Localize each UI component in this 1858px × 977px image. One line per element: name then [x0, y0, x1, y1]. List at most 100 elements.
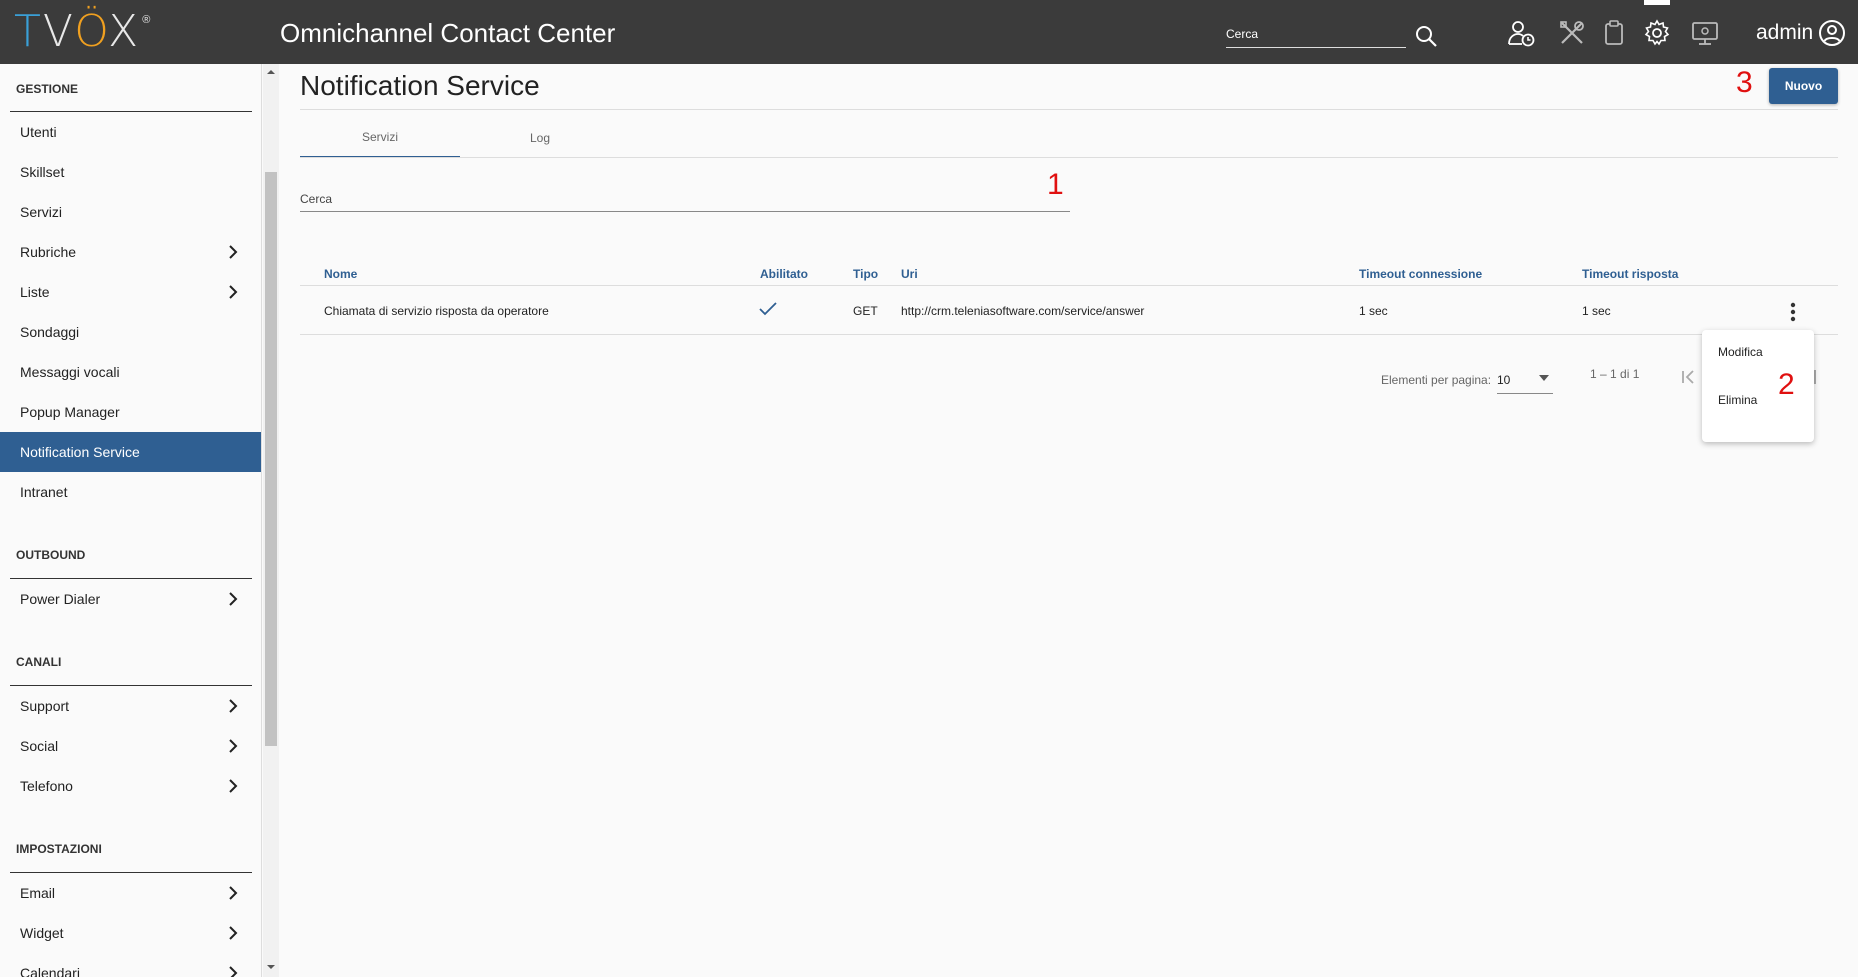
sidebar-item-widget[interactable]: Widget [0, 913, 261, 953]
logo-registered-mark: ® [142, 14, 151, 26]
sidebar-item-power-dialer[interactable]: Power Dialer [0, 579, 261, 619]
sidebar-item-intranet[interactable]: Intranet [0, 472, 261, 512]
sidebar-item-rubriche[interactable]: Rubriche [0, 232, 261, 272]
search-field[interactable] [300, 186, 1070, 212]
section-title-gestione: GESTIONE [16, 82, 79, 96]
sidebar-item-label: Rubriche [20, 244, 77, 260]
caret-down-icon[interactable] [1538, 374, 1550, 382]
page-title: Notification Service [300, 70, 540, 101]
active-tab-indicator [1644, 0, 1670, 5]
sidebar-item-label: Servizi [20, 204, 63, 220]
chevron-right-icon [229, 245, 238, 259]
sidebar-item-label: Social [20, 738, 59, 754]
sidebar-item-label: Skillset [20, 164, 65, 180]
sidebar-item-label: Popup Manager [20, 404, 120, 420]
column-header-abilitato[interactable]: Abilitato [760, 267, 808, 281]
sidebar-item-label: Liste [20, 284, 50, 300]
section-title-outbound: OUTBOUND [16, 548, 86, 562]
page-size-value: 10 [1497, 373, 1511, 387]
sidebar: GESTIONE Utenti Skillset Servizi Rubrich… [0, 64, 262, 977]
sidebar-item-servizi[interactable]: Servizi [0, 192, 261, 232]
cell-timeout-connessione: 1 sec [1359, 304, 1388, 318]
monitor-icon[interactable] [1690, 18, 1720, 48]
tvox-logo[interactable]: TVÖX ® [14, 8, 150, 56]
first-page-icon[interactable] [1680, 368, 1698, 386]
search-input[interactable] [300, 186, 1070, 211]
account-circle-icon[interactable] [1818, 19, 1846, 47]
section-title-impostazioni: IMPOSTAZIONI [16, 842, 102, 856]
annotation-1: 1 [1047, 168, 1064, 201]
title-divider [300, 109, 1838, 110]
sidebar-item-label: Email [20, 885, 56, 901]
chevron-right-icon [229, 926, 238, 940]
annotation-3: 3 [1736, 66, 1753, 99]
sidebar-item-messaggi-vocali[interactable]: Messaggi vocali [0, 352, 261, 392]
chevron-right-icon [229, 739, 238, 753]
gear-icon[interactable] [1642, 18, 1672, 48]
menu-item-elimina[interactable]: Elimina [1702, 380, 1814, 420]
app-title: Omnichannel Contact Center [280, 18, 616, 48]
chevron-right-icon [229, 886, 238, 900]
top-search-input[interactable] [1226, 20, 1406, 47]
tab-log[interactable]: Log [460, 118, 620, 158]
sidebar-item-sondaggi[interactable]: Sondaggi [0, 312, 261, 352]
chevron-right-icon [229, 966, 238, 977]
sidebar-item-telefono[interactable]: Telefono [0, 766, 261, 806]
sidebar-item-social[interactable]: Social [0, 726, 261, 766]
sidebar-item-notification-service[interactable]: Notification Service [0, 432, 261, 472]
paginator-page-size-label: Elementi per pagina: [1381, 373, 1492, 387]
new-button[interactable]: Nuovo [1769, 68, 1838, 104]
chevron-right-icon [229, 285, 238, 299]
clipboard-icon[interactable] [1599, 18, 1629, 48]
annotation-2: 2 [1778, 368, 1795, 401]
check-icon [759, 302, 777, 316]
paginator-range: 1 – 1 di 1 [1590, 367, 1640, 381]
sidebar-item-label: Widget [20, 925, 64, 941]
sidebar-item-label: Support [20, 698, 70, 714]
column-header-timeout-connessione[interactable]: Timeout connessione [1359, 267, 1482, 281]
sidebar-item-liste[interactable]: Liste [0, 272, 261, 312]
column-header-uri[interactable]: Uri [901, 267, 918, 281]
sidebar-item-label: Telefono [20, 778, 73, 794]
scroll-up-arrow-icon[interactable] [267, 68, 275, 76]
sidebar-item-calendari[interactable]: Calendari [0, 953, 261, 977]
tabs-divider [300, 157, 1838, 158]
sidebar-item-label: Notification Service [20, 444, 140, 460]
table-row-divider [300, 334, 1838, 335]
column-header-timeout-risposta[interactable]: Timeout risposta [1582, 267, 1678, 281]
chevron-right-icon [229, 779, 238, 793]
scroll-down-arrow-icon[interactable] [267, 963, 275, 971]
tab-servizi[interactable]: Servizi [300, 118, 460, 158]
cell-uri: http://crm.teleniasoftware.com/service/a… [901, 304, 1145, 318]
cell-tipo: GET [853, 304, 878, 318]
sidebar-item-popup-manager[interactable]: Popup Manager [0, 392, 261, 432]
column-header-nome[interactable]: Nome [324, 267, 357, 281]
row-action-menu: Modifica Elimina [1702, 330, 1814, 442]
top-search-field[interactable] [1226, 20, 1406, 48]
user-name[interactable]: admin [1756, 21, 1813, 45]
sidebar-item-label: Intranet [20, 484, 68, 500]
agent-status-icon[interactable] [1506, 18, 1536, 48]
menu-item-modifica[interactable]: Modifica [1702, 332, 1814, 372]
tools-icon[interactable] [1557, 18, 1587, 48]
sidebar-item-label: Utenti [20, 124, 57, 140]
more-vert-icon[interactable] [1786, 300, 1800, 324]
logo-wordmark: TVÖX [14, 6, 141, 57]
table-header-divider [300, 285, 1838, 286]
top-bar: TVÖX ® Omnichannel Contact Center admin [0, 0, 1858, 64]
sidebar-item-label: Power Dialer [20, 591, 101, 607]
cell-timeout-risposta: 1 sec [1582, 304, 1611, 318]
chevron-right-icon [229, 592, 238, 606]
sidebar-item-label: Calendari [20, 965, 80, 977]
sidebar-item-label: Messaggi vocali [20, 364, 120, 380]
column-header-tipo[interactable]: Tipo [853, 267, 878, 281]
sidebar-item-support[interactable]: Support [0, 686, 261, 726]
sidebar-item-label: Sondaggi [20, 324, 80, 340]
search-icon[interactable] [1414, 24, 1438, 48]
sidebar-item-utenti[interactable]: Utenti [0, 112, 261, 152]
sidebar-item-email[interactable]: Email [0, 873, 261, 913]
sidebar-scrollbar-thumb[interactable] [265, 172, 277, 746]
sidebar-item-skillset[interactable]: Skillset [0, 152, 261, 192]
cell-nome: Chiamata di servizio risposta da operato… [324, 304, 549, 318]
section-title-canali: CANALI [16, 655, 62, 669]
